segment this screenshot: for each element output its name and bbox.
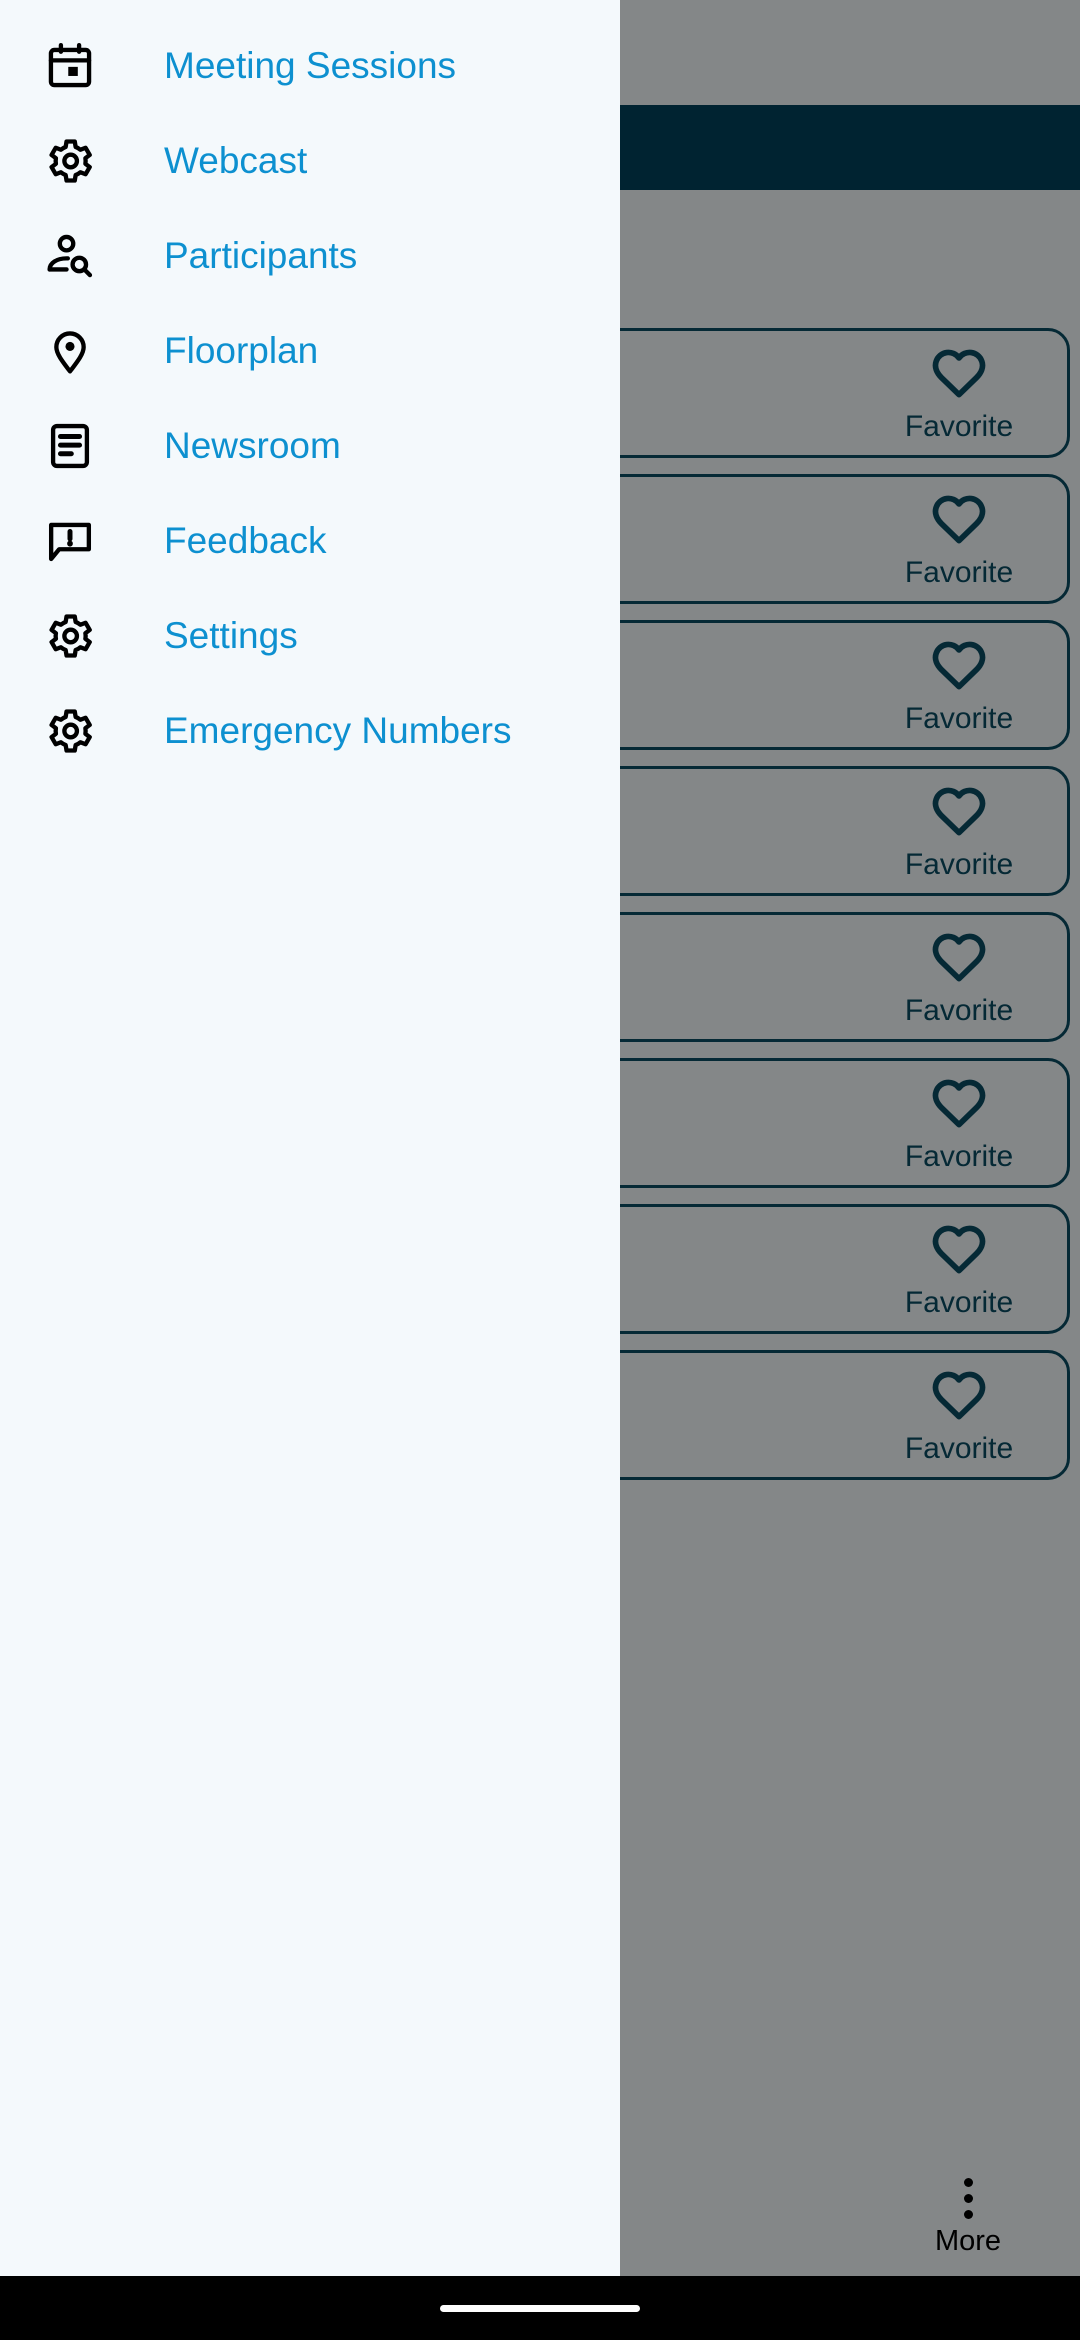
drawer-item-webcast[interactable]: Webcast (0, 113, 620, 208)
gesture-navigation-bar (0, 2276, 1080, 2340)
drawer-item-label: Participants (164, 235, 358, 276)
feedback-bubble-icon (44, 515, 96, 567)
drawer-item-feedback[interactable]: Feedback (0, 493, 620, 588)
drawer-item-label: Emergency Numbers (164, 710, 512, 751)
person-search-icon (44, 230, 96, 282)
gesture-home-handle[interactable] (440, 2304, 640, 2312)
drawer-scrim-overlay[interactable] (620, 0, 1080, 2340)
map-pin-icon (44, 325, 96, 377)
drawer-item-settings[interactable]: Settings (0, 588, 620, 683)
drawer-item-label: Newsroom (164, 425, 341, 466)
navigation-drawer: Meeting Sessions Webcast Participants Fl… (0, 0, 620, 2340)
drawer-item-label: Settings (164, 615, 298, 656)
drawer-item-label: Webcast (164, 140, 308, 181)
drawer-menu-list: Meeting Sessions Webcast Participants Fl… (0, 0, 620, 778)
gear-icon (44, 610, 96, 662)
drawer-item-label: Floorplan (164, 330, 319, 371)
drawer-item-label: Meeting Sessions (164, 45, 457, 86)
drawer-item-floorplan[interactable]: Floorplan (0, 303, 620, 398)
drawer-item-label: Feedback (164, 520, 327, 561)
drawer-item-emergency-numbers[interactable]: Emergency Numbers (0, 683, 620, 778)
drawer-item-meeting-sessions[interactable]: Meeting Sessions (0, 18, 620, 113)
article-icon (44, 420, 96, 472)
drawer-item-newsroom[interactable]: Newsroom (0, 398, 620, 493)
drawer-item-participants[interactable]: Participants (0, 208, 620, 303)
calendar-icon (44, 40, 96, 92)
gear-icon (44, 135, 96, 187)
gear-icon (44, 705, 96, 757)
phone-screen: Favorite Favorite Favorite Favorite Favo… (0, 0, 1080, 2340)
